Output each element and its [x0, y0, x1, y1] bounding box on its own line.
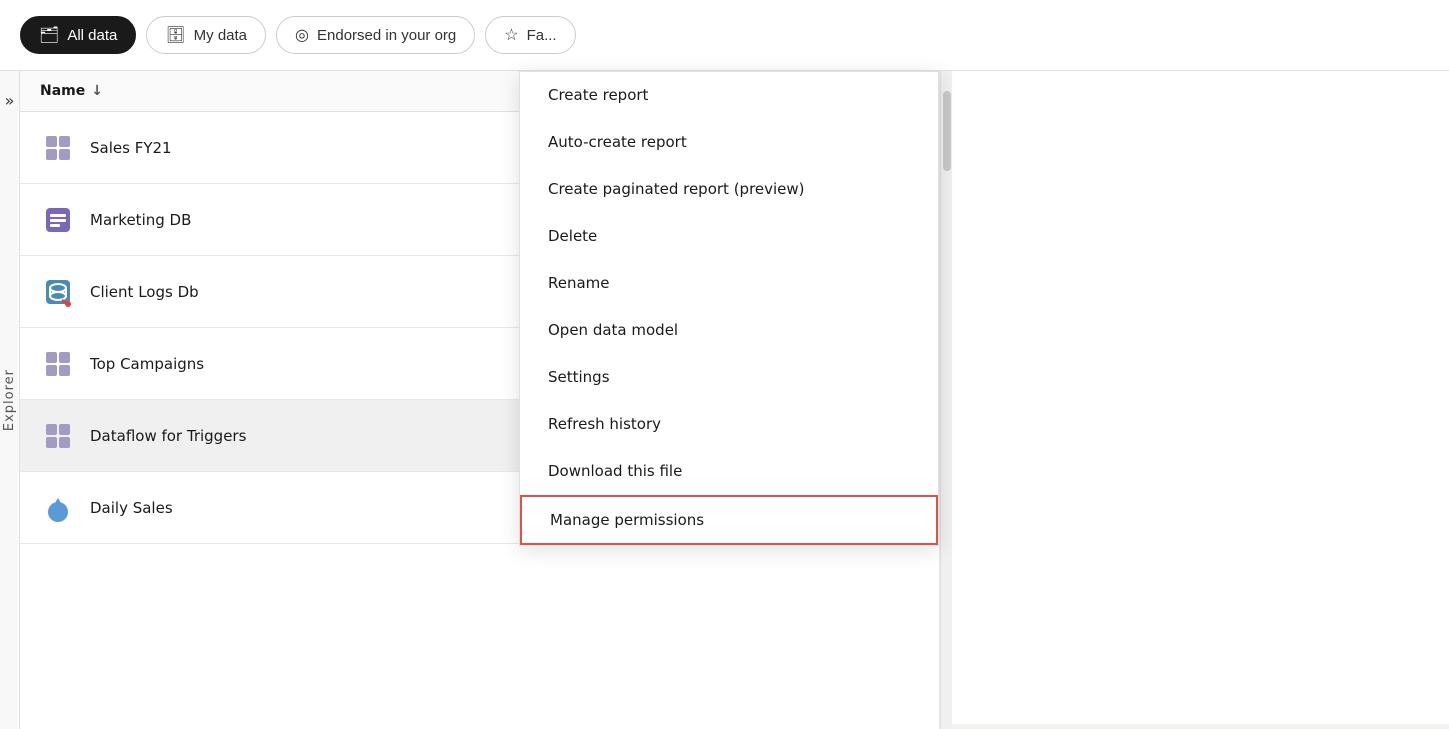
- tab-my-data-label: My data: [194, 27, 247, 44]
- menu-item-create-report[interactable]: Create report: [520, 72, 938, 119]
- scrollbar-thumb[interactable]: [943, 91, 951, 171]
- content-layout: » Explorer Name ↓: [0, 71, 1449, 729]
- sort-icon[interactable]: ↓: [91, 83, 103, 99]
- row-icon-marketing-db: [40, 202, 76, 238]
- menu-item-delete[interactable]: Delete: [520, 213, 938, 260]
- menu-item-rename[interactable]: Rename: [520, 260, 938, 307]
- menu-item-download-file[interactable]: Download this file: [520, 448, 938, 495]
- endorsed-icon: ◎: [295, 25, 309, 45]
- my-data-icon: 🗄: [165, 25, 185, 45]
- row-icon-daily-sales: [40, 490, 76, 526]
- expand-button[interactable]: »: [5, 91, 15, 110]
- tab-all-data[interactable]: 🗂 All data: [20, 16, 136, 54]
- tab-favorites[interactable]: ☆ Fa...: [485, 16, 575, 54]
- menu-item-settings[interactable]: Settings: [520, 354, 938, 401]
- menu-item-open-data-model[interactable]: Open data model: [520, 307, 938, 354]
- main-area: 🗂 All data 🗄 My data ◎ Endorsed in your …: [0, 0, 1449, 724]
- column-name-header: Name ↓: [40, 83, 340, 99]
- menu-item-manage-permissions[interactable]: Manage permissions: [520, 495, 938, 545]
- all-data-icon: 🗂: [39, 25, 59, 45]
- tab-all-data-label: All data: [67, 27, 117, 44]
- menu-item-create-paginated-report[interactable]: Create paginated report (preview): [520, 166, 938, 213]
- tab-endorsed-label: Endorsed in your org: [317, 27, 456, 44]
- tab-favorites-label: Fa...: [527, 27, 557, 44]
- favorites-icon: ☆: [504, 25, 518, 45]
- menu-item-auto-create-report[interactable]: Auto-create report: [520, 119, 938, 166]
- tab-my-data[interactable]: 🗄 My data: [146, 16, 266, 54]
- explorer-sidebar: » Explorer: [0, 71, 20, 729]
- row-icon-dataflow-triggers: [40, 418, 76, 454]
- filter-tabs: 🗂 All data 🗄 My data ◎ Endorsed in your …: [0, 0, 1449, 71]
- left-panel: Name ↓ Sales FY21: [20, 71, 940, 729]
- scrollbar-track: [940, 71, 952, 729]
- tab-endorsed[interactable]: ◎ Endorsed in your org: [276, 16, 475, 54]
- explorer-label: Explorer: [2, 369, 17, 431]
- row-icon-top-campaigns: [40, 346, 76, 382]
- row-icon-client-logs: [40, 274, 76, 310]
- column-name-label: Name: [40, 83, 85, 99]
- context-menu: Create report Auto-create report Create …: [519, 71, 939, 546]
- row-icon-sales-fy21: [40, 130, 76, 166]
- menu-item-refresh-history[interactable]: Refresh history: [520, 401, 938, 448]
